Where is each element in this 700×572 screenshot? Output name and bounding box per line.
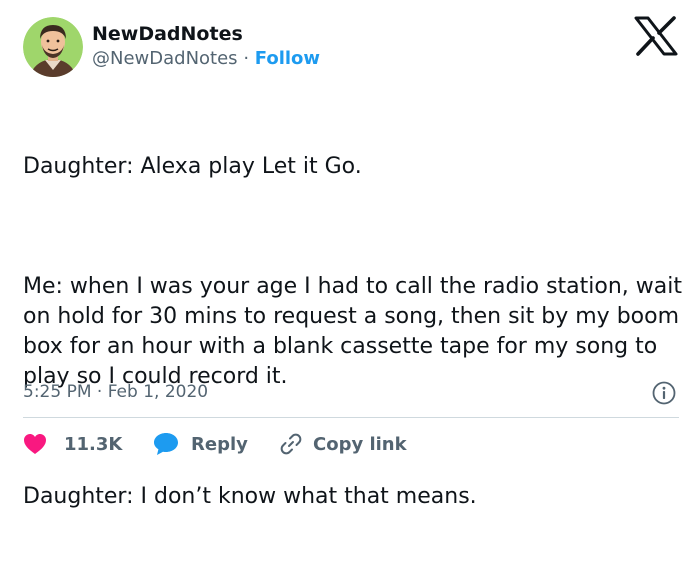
meta-separator: · xyxy=(243,48,250,69)
copy-link-button[interactable]: Copy link xyxy=(279,432,407,456)
link-icon xyxy=(280,433,302,455)
author-handle[interactable]: @NewDadNotes xyxy=(92,48,238,69)
tweet-timestamp[interactable]: 5:25 PM · Feb 1, 2020 xyxy=(23,380,208,404)
divider xyxy=(23,417,679,418)
author-name[interactable]: NewDadNotes xyxy=(92,22,243,46)
copy-link-label: Copy link xyxy=(313,433,407,455)
tweet-paragraph: Daughter: Alexa play Let it Go. xyxy=(23,154,362,179)
tweet-paragraph: Daughter: I don’t know what that means. xyxy=(23,484,477,509)
like-button[interactable]: 11.3K xyxy=(23,433,153,455)
follow-button[interactable]: Follow xyxy=(255,48,320,69)
heart-icon xyxy=(24,434,46,454)
speech-bubble-icon xyxy=(154,433,178,455)
reply-label: Reply xyxy=(191,433,248,455)
avatar-illustration xyxy=(23,17,83,77)
action-bar: 11.3K Reply Copy link xyxy=(23,428,407,460)
tweet-card: NewDadNotes @NewDadNotes · Follow Daught… xyxy=(0,0,700,509)
tweet-text: Daughter: Alexa play Let it Go. Me: when… xyxy=(23,92,695,572)
x-logo-icon[interactable] xyxy=(634,16,678,56)
like-count: 11.3K xyxy=(64,433,123,455)
author-meta: @NewDadNotes · Follow xyxy=(92,47,320,71)
tweet-paragraph: Me: when I was your age I had to call th… xyxy=(23,274,689,389)
avatar[interactable] xyxy=(23,17,83,77)
reply-button[interactable]: Reply xyxy=(153,432,279,456)
info-icon[interactable] xyxy=(651,380,677,406)
